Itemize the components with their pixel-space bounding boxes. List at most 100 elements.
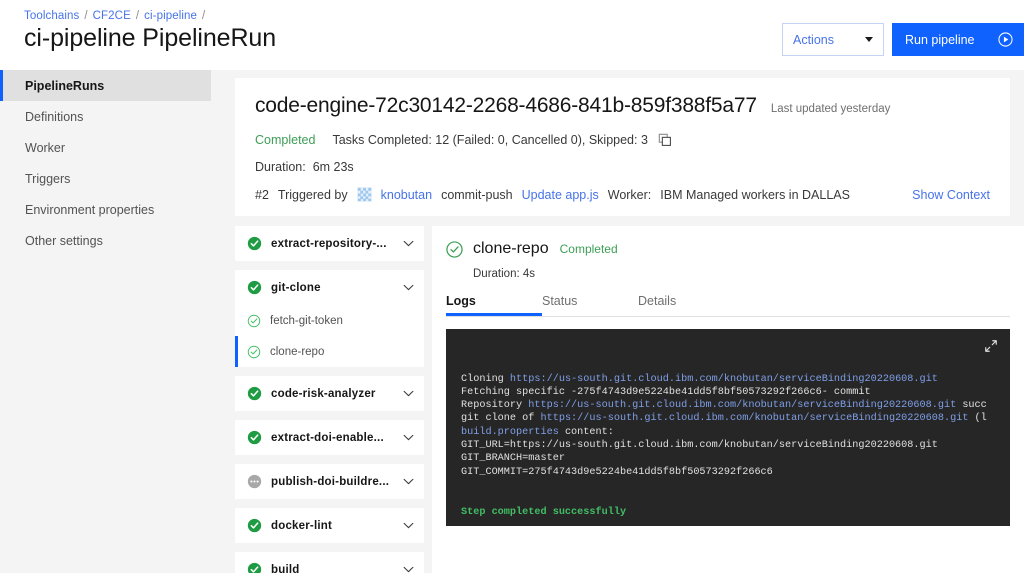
task-name: extract-doi-enable... <box>271 431 384 444</box>
log-segment: https://us-south.git.cloud.ibm.com/knobu… <box>528 400 957 412</box>
chevron-down-icon <box>403 566 414 573</box>
log-console[interactable]: Cloning https://us-south.git.cloud.ibm.c… <box>446 329 1010 526</box>
step-detail-header: clone-repo Completed <box>446 240 1010 258</box>
task-name: build <box>271 563 300 573</box>
check-circle-filled-icon <box>247 386 262 401</box>
breadcrumb-item-cf2ce[interactable]: CF2CE <box>93 10 131 22</box>
breadcrumb-separator: / <box>84 10 88 22</box>
play-circle-icon <box>998 32 1013 47</box>
tasks-summary: Tasks Completed: 12 (Failed: 0, Cancelle… <box>332 133 648 147</box>
task-header[interactable]: publish-doi-buildre... <box>235 464 424 499</box>
breadcrumb: Toolchains / CF2CE / ci-pipeline / <box>24 10 205 22</box>
check-circle-filled-icon <box>247 280 262 295</box>
run-pipeline-button-label: Run pipeline <box>905 32 975 47</box>
step-row[interactable]: clone-repo <box>235 336 424 367</box>
avatar-identicon-icon <box>356 187 372 202</box>
log-segment: content: <box>558 426 614 438</box>
tab-details[interactable]: Details <box>638 294 734 316</box>
task-header[interactable]: code-risk-analyzer <box>235 376 424 411</box>
triggered-by-user[interactable]: knobutan <box>381 188 432 202</box>
worker-value: IBM Managed workers in DALLAS <box>660 187 850 202</box>
detail-tabs: Logs Status Details <box>446 294 1010 317</box>
chevron-down-icon <box>403 390 414 397</box>
log-line: GIT_COMMIT=275f4743d9e5224be41dd5f8bf505… <box>461 466 1010 479</box>
run-summary-card: code-engine-72c30142-2268-4686-841b-859f… <box>235 78 1010 216</box>
check-circle-filled-icon <box>247 562 262 573</box>
log-line: Repository https://us-south.git.cloud.ib… <box>461 399 1010 412</box>
sidebar-item-label: Definitions <box>25 109 84 124</box>
sidebar-item-label: Worker <box>25 140 66 155</box>
task-header[interactable]: extract-doi-enable... <box>235 420 424 455</box>
sidebar-item-other-settings[interactable]: Other settings <box>0 225 211 256</box>
log-line: build.properties content: <box>461 426 1010 439</box>
log-segment: https://us-south.git.cloud.ibm.com/knobu… <box>540 413 969 425</box>
sidebar-item-environment-properties[interactable]: Environment properties <box>0 194 211 225</box>
actions-button[interactable]: Actions <box>782 23 884 56</box>
tab-status[interactable]: Status <box>542 294 638 316</box>
triggered-by-label: Triggered by <box>277 187 348 202</box>
task-header[interactable]: git-clone <box>235 270 424 305</box>
pipeline-run-page: Toolchains / CF2CE / ci-pipeline / ci-pipelin… <box>0 0 1024 573</box>
task-header[interactable]: extract-repository-... <box>235 226 424 261</box>
duration-value: 6m 23s <box>312 160 354 174</box>
sidebar-item-label: Triggers <box>25 171 71 186</box>
task-group: publish-doi-buildre... <box>235 464 424 499</box>
chevron-down-icon <box>403 478 414 485</box>
log-segment: succ <box>956 400 987 412</box>
run-title-row: code-engine-72c30142-2268-4686-841b-859f… <box>255 94 990 118</box>
trigger-type: commit-push <box>441 187 513 202</box>
check-circle-outline-icon <box>247 314 261 327</box>
copy-icon[interactable] <box>658 133 672 147</box>
log-console-text: Cloning https://us-south.git.cloud.ibm.c… <box>461 373 1010 519</box>
skipped-dots-circle-icon <box>247 474 262 489</box>
step-detail-status: Completed <box>559 242 618 256</box>
page-title: ci-pipeline PipelineRun <box>24 24 277 52</box>
run-number: #2 <box>255 187 269 202</box>
log-segment: Repository <box>461 400 529 412</box>
breadcrumb-item-ci-pipeline[interactable]: ci-pipeline <box>144 10 197 22</box>
run-status-row: Completed Tasks Completed: 12 (Failed: 0… <box>255 133 990 147</box>
check-circle-outline-icon <box>247 345 261 358</box>
task-group: extract-doi-enable... <box>235 420 424 455</box>
check-circle-filled-icon <box>247 518 262 533</box>
log-segment: GIT_COMMIT=275f4743d9e5224be41dd5f8bf505… <box>461 466 773 478</box>
last-updated-text: Last updated yesterday <box>770 103 891 115</box>
sidebar-item-pipelineruns[interactable]: PipelineRuns <box>0 70 211 101</box>
commit-message-link[interactable]: Update app.js <box>522 188 599 202</box>
show-context-link[interactable]: Show Context <box>912 188 990 202</box>
breadcrumb-item-toolchains[interactable]: Toolchains <box>24 10 79 22</box>
log-segment: git clone of <box>461 413 541 425</box>
task-name: docker-lint <box>271 519 332 532</box>
sidebar-item-triggers[interactable]: Triggers <box>0 163 211 194</box>
sidebar-item-worker[interactable]: Worker <box>0 132 211 163</box>
log-segment: GIT_URL=https://us-south.git.cloud.ibm.c… <box>461 440 938 452</box>
check-circle-filled-icon <box>247 430 262 445</box>
step-detail-duration: Duration: 4s <box>473 268 536 280</box>
run-body-split: extract-repository-... git-clone fetch-git… <box>235 226 1024 573</box>
check-circle-outline-icon <box>446 240 463 258</box>
log-line: GIT_BRANCH=master <box>461 452 1010 465</box>
expand-icon[interactable] <box>984 339 998 353</box>
tab-logs[interactable]: Logs <box>446 294 542 316</box>
sidebar-item-label: Environment properties <box>25 202 155 217</box>
sidebar-item-label: PipelineRuns <box>25 78 105 93</box>
run-pipeline-button[interactable]: Run pipeline <box>892 23 1024 56</box>
task-name: publish-doi-buildre... <box>271 475 390 488</box>
sidebar-item-definitions[interactable]: Definitions <box>0 101 211 132</box>
step-row[interactable]: fetch-git-token <box>235 305 424 336</box>
task-name: git-clone <box>271 281 321 294</box>
worker-label: Worker: <box>607 187 652 202</box>
top-header: Toolchains / CF2CE / ci-pipeline / ci-pipelin… <box>0 0 1024 70</box>
log-line: Fetching specific -275f4743d9e5224be41dd… <box>461 386 1010 399</box>
status-badge: Completed <box>255 133 316 147</box>
run-name: code-engine-72c30142-2268-4686-841b-859f… <box>255 94 757 117</box>
task-header[interactable]: build <box>235 552 424 573</box>
sidebar: PipelineRuns Definitions Worker Triggers Env… <box>0 70 211 573</box>
run-duration-row: Duration: 6m 23s <box>255 160 990 174</box>
log-segment: GIT_BRANCH=master <box>461 453 565 465</box>
chevron-down-icon <box>403 522 414 529</box>
breadcrumb-separator: / <box>135 10 140 22</box>
log-line: git clone of https://us-south.git.cloud.… <box>461 412 1010 425</box>
task-header[interactable]: docker-lint <box>235 508 424 543</box>
